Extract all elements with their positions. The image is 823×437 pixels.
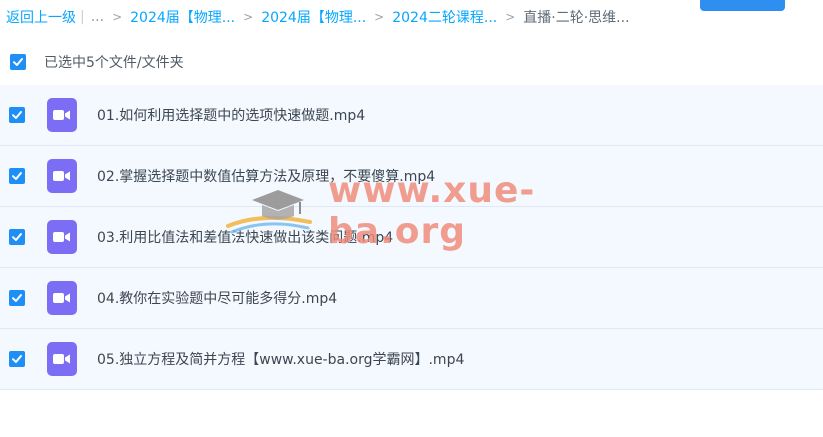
file-name[interactable]: 04.教你在实验题中尽可能多得分.mp4 bbox=[97, 288, 337, 308]
file-list: 01.如何利用选择题中的选项快速做题.mp4 02.掌握选择题中数值估算方法及原… bbox=[0, 85, 823, 390]
chevron-right-icon: > bbox=[505, 10, 516, 24]
file-name[interactable]: 01.如何利用选择题中的选项快速做题.mp4 bbox=[97, 105, 365, 125]
video-file-icon bbox=[47, 281, 77, 315]
checkmark-icon bbox=[13, 58, 23, 66]
breadcrumb-item[interactable]: 2024二轮课程... bbox=[392, 7, 497, 27]
file-row[interactable]: 03.利用比值法和差值法快速做出该类问题.mp4 bbox=[0, 207, 823, 268]
back-link[interactable]: 返回上一级 bbox=[6, 7, 76, 27]
breadcrumb-item[interactable]: 2024届【物理... bbox=[261, 7, 366, 27]
chevron-right-icon: > bbox=[112, 10, 123, 24]
video-file-icon bbox=[47, 342, 77, 376]
selection-count-label: 已选中5个文件/文件夹 bbox=[44, 55, 184, 71]
checkmark-icon bbox=[12, 355, 22, 363]
breadcrumb-ellipsis[interactable]: ... bbox=[91, 9, 104, 25]
file-checkbox[interactable] bbox=[9, 107, 25, 123]
file-checkbox[interactable] bbox=[9, 229, 25, 245]
file-checkbox[interactable] bbox=[9, 351, 25, 367]
checkmark-icon bbox=[12, 294, 22, 302]
file-name[interactable]: 02.掌握选择题中数值估算方法及原理，不要傻算.mp4 bbox=[97, 166, 435, 186]
checkmark-icon bbox=[12, 233, 22, 241]
breadcrumb-pipe: | bbox=[80, 9, 85, 25]
breadcrumb-current: 直播·二轮·思维... bbox=[523, 10, 630, 26]
file-name[interactable]: 05.独立方程及简并方程【www.xue-ba.org学霸网】.mp4 bbox=[97, 349, 464, 369]
top-action-button[interactable] bbox=[700, 0, 785, 11]
file-checkbox[interactable] bbox=[9, 168, 25, 184]
selection-bar: 已选中5个文件/文件夹 bbox=[0, 48, 823, 76]
breadcrumb: 返回上一级 | ... > 2024届【物理... > 2024届【物理... … bbox=[6, 7, 696, 27]
file-row[interactable]: 04.教你在实验题中尽可能多得分.mp4 bbox=[0, 268, 823, 329]
checkmark-icon bbox=[12, 172, 22, 180]
checkmark-icon bbox=[12, 111, 22, 119]
file-row[interactable]: 02.掌握选择题中数值估算方法及原理，不要傻算.mp4 bbox=[0, 146, 823, 207]
video-file-icon bbox=[47, 220, 77, 254]
file-row[interactable]: 05.独立方程及简并方程【www.xue-ba.org学霸网】.mp4 bbox=[0, 329, 823, 390]
file-name[interactable]: 03.利用比值法和差值法快速做出该类问题.mp4 bbox=[97, 227, 393, 247]
video-file-icon bbox=[47, 98, 77, 132]
select-all-checkbox[interactable] bbox=[10, 54, 26, 70]
chevron-right-icon: > bbox=[374, 10, 385, 24]
breadcrumb-item[interactable]: 2024届【物理... bbox=[130, 7, 235, 27]
file-checkbox[interactable] bbox=[9, 290, 25, 306]
video-file-icon bbox=[47, 159, 77, 193]
chevron-right-icon: > bbox=[243, 10, 254, 24]
file-row[interactable]: 01.如何利用选择题中的选项快速做题.mp4 bbox=[0, 85, 823, 146]
